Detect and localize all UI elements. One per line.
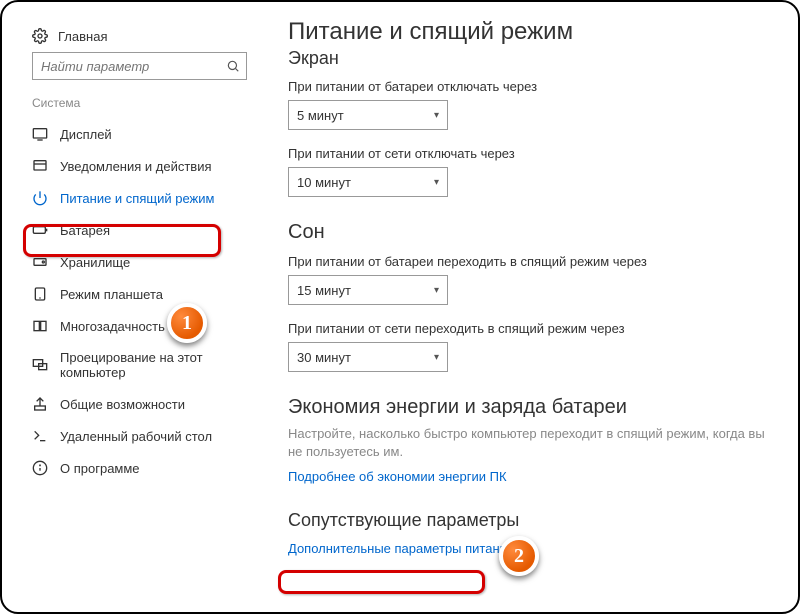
tablet-icon [32,286,48,302]
sidebar-item-notifications[interactable]: Уведомления и действия [2,150,265,182]
home-label: Главная [58,29,107,44]
sidebar-item-label: Хранилище [60,255,130,270]
chevron-down-icon: ▾ [434,352,439,363]
info-icon [32,460,48,476]
sidebar-item-label: Проецирование на этот компьютер [60,350,247,380]
select-value: 10 минут [297,175,351,190]
screen-plugged-select[interactable]: 10 минут ▾ [288,167,448,197]
sleep-plugged-select[interactable]: 30 минут ▾ [288,342,448,372]
multitasking-icon [32,318,48,334]
shared-icon [32,396,48,412]
energy-description: Настройте, насколько быстро компьютер пе… [288,425,774,461]
additional-power-settings-link[interactable]: Дополнительные параметры питания [288,541,514,556]
section-screen: Экран [288,48,774,69]
energy-learn-more-link[interactable]: Подробнее об экономии энергии ПК [288,469,507,484]
sidebar-item-about[interactable]: О программе [2,452,265,484]
sidebar-item-power-sleep[interactable]: Питание и спящий режим [2,182,265,214]
search-icon [226,59,240,73]
select-value: 15 минут [297,283,351,298]
chevron-down-icon: ▾ [434,177,439,188]
sidebar-category: Система [2,96,265,118]
screen-battery-label: При питании от батареи отключать через [288,79,774,94]
annotation-badge-1: 1 [167,303,207,343]
sidebar-item-label: Удаленный рабочий стол [60,429,212,444]
search-field[interactable] [41,59,226,74]
projecting-icon [32,357,48,373]
sidebar-item-label: Режим планшета [60,287,163,302]
screen-plugged-label: При питании от сети отключать через [288,146,774,161]
chevron-down-icon: ▾ [434,110,439,121]
sleep-plugged-label: При питании от сети переходить в спящий … [288,321,774,336]
select-value: 30 минут [297,350,351,365]
sidebar-item-battery[interactable]: Батарея [2,214,265,246]
remote-desktop-icon [32,428,48,444]
sidebar-item-multitasking[interactable]: Многозадачность [2,310,265,342]
section-energy: Экономия энергии и заряда батареи [288,396,774,419]
sidebar-item-label: О программе [60,461,140,476]
sidebar-item-projecting[interactable]: Проецирование на этот компьютер [2,342,265,388]
sidebar-item-label: Батарея [60,223,110,238]
section-related: Сопутствующие параметры [288,510,774,531]
sidebar-item-label: Питание и спящий режим [60,191,214,206]
sidebar-item-label: Дисплей [60,127,112,142]
sidebar-home[interactable]: Главная [2,24,265,52]
select-value: 5 минут [297,108,344,123]
section-sleep: Сон [288,221,774,244]
sidebar-item-storage[interactable]: Хранилище [2,246,265,278]
annotation-badge-2: 2 [499,536,539,576]
gear-icon [32,28,48,44]
sidebar-item-label: Многозадачность [60,319,165,334]
storage-icon [32,254,48,270]
screen-battery-select[interactable]: 5 минут ▾ [288,100,448,130]
battery-icon [32,222,48,238]
display-icon [32,126,48,142]
chevron-down-icon: ▾ [434,285,439,296]
search-input[interactable] [32,52,247,80]
main-content: Питание и спящий режим Экран При питании… [265,14,798,612]
settings-sidebar: Главная Система Дисплей Уведомления и де… [2,14,265,612]
sidebar-item-display[interactable]: Дисплей [2,118,265,150]
sidebar-item-shared[interactable]: Общие возможности [2,388,265,420]
sidebar-item-label: Уведомления и действия [60,159,212,174]
notifications-icon [32,158,48,174]
sidebar-item-tablet-mode[interactable]: Режим планшета [2,278,265,310]
sidebar-item-label: Общие возможности [60,397,185,412]
sleep-battery-select[interactable]: 15 минут ▾ [288,275,448,305]
sleep-battery-label: При питании от батареи переходить в спящ… [288,254,774,269]
sidebar-item-remote-desktop[interactable]: Удаленный рабочий стол [2,420,265,452]
page-title: Питание и спящий режим [288,18,774,46]
power-icon [32,190,48,206]
